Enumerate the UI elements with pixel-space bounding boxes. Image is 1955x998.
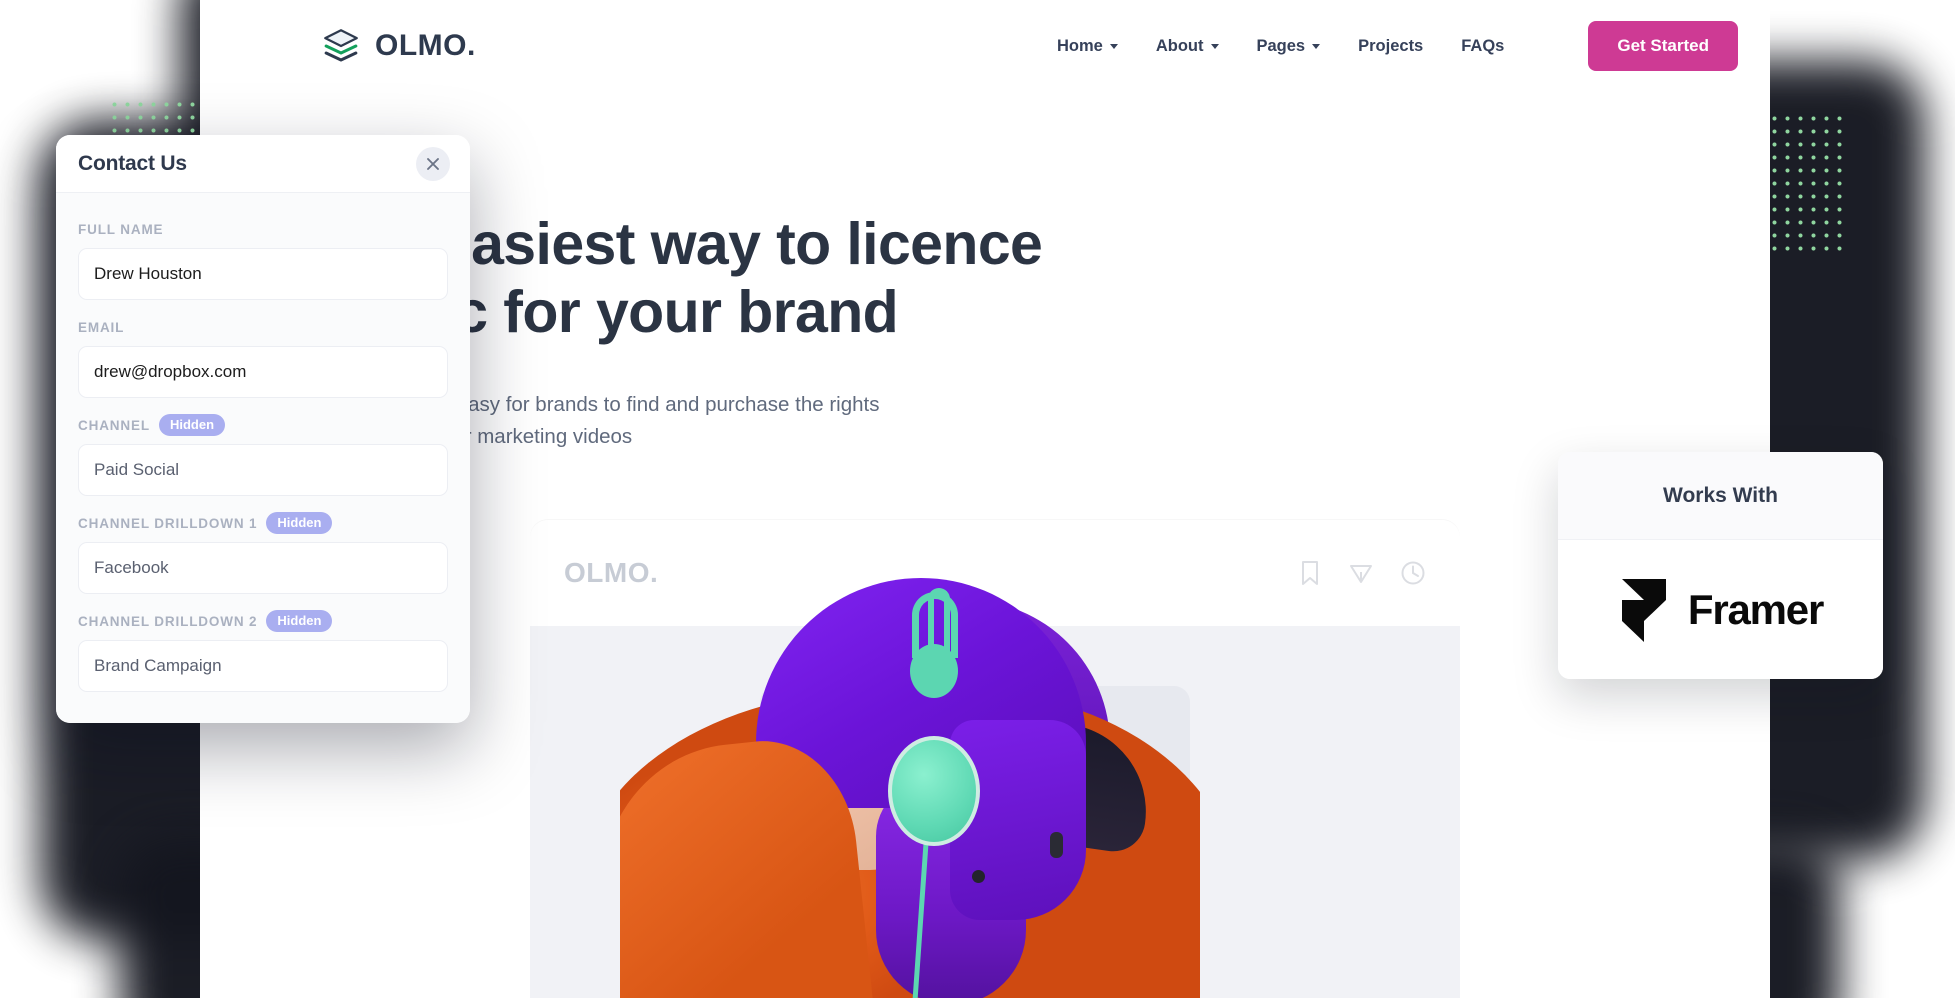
screenshot-root: OLMO. Home About Pages Projects FAQs Get… <box>0 0 1955 998</box>
modal-scroll-fade <box>56 693 470 723</box>
field-label-row: CHANNEL DRILLDOWN 1 Hidden <box>78 512 448 534</box>
close-button[interactable] <box>416 146 450 181</box>
field-label: CHANNEL DRILLDOWN 1 <box>78 515 258 531</box>
nav-item-projects[interactable]: Projects <box>1358 37 1423 56</box>
hero-title: The easiest way to licence music for you… <box>320 210 1320 347</box>
mockup-placeholder-card <box>760 686 1190 998</box>
full-name-field: FULL NAME <box>78 219 448 300</box>
mockup-placeholder-line <box>788 854 854 867</box>
nav-item-faqs[interactable]: FAQs <box>1461 37 1504 56</box>
mockup-toolbar: OLMO. <box>530 520 1460 626</box>
clock-icon[interactable] <box>1400 560 1426 586</box>
channel-field: CHANNEL Hidden <box>78 414 448 496</box>
field-label-row: CHANNEL Hidden <box>78 414 448 436</box>
close-icon <box>427 157 439 170</box>
mockup-placeholder-line <box>788 798 908 811</box>
contact-us-modal: Contact Us FULL NAME EMAIL <box>56 135 470 723</box>
field-label: FULL NAME <box>78 221 164 237</box>
brand-logo[interactable]: OLMO. <box>320 25 476 67</box>
field-label: EMAIL <box>78 319 125 335</box>
chevron-down-icon <box>1109 43 1118 49</box>
framer-logo-icon <box>1621 578 1666 642</box>
email-field: EMAIL <box>78 317 448 398</box>
modal-title: Contact Us <box>78 151 187 175</box>
hidden-badge: Hidden <box>266 610 333 632</box>
brand-name: OLMO. <box>375 29 476 62</box>
nav-item-projects-label: Projects <box>1358 36 1424 55</box>
layers-logo-icon <box>324 29 358 62</box>
bookmark-icon[interactable] <box>1298 560 1322 586</box>
nav-item-about[interactable]: About <box>1156 37 1219 56</box>
hero-title-line-2: music for your brand <box>320 279 899 346</box>
hidden-badge: Hidden <box>266 512 333 534</box>
email-input[interactable] <box>78 346 448 398</box>
nav-item-home[interactable]: Home <box>1057 37 1118 56</box>
send-icon[interactable] <box>1348 560 1374 586</box>
channel-drilldown-2-field: CHANNEL DRILLDOWN 2 Hidden <box>78 610 448 692</box>
channel-input[interactable] <box>78 444 448 496</box>
nav-item-pages[interactable]: Pages <box>1257 37 1321 56</box>
field-label: CHANNEL <box>78 417 150 433</box>
mockup-content <box>530 626 1460 998</box>
mockup-logo: OLMO. <box>564 557 659 588</box>
top-navigation: OLMO. Home About Pages Projects FAQs Get… <box>200 0 1770 92</box>
app-mockup: OLMO. <box>530 520 1460 998</box>
full-name-input[interactable] <box>78 248 448 300</box>
modal-header: Contact Us <box>56 135 470 193</box>
channel-drilldown-1-input[interactable] <box>78 542 448 594</box>
hidden-badge: Hidden <box>158 414 226 436</box>
mockup-toolbar-icons <box>1298 560 1426 586</box>
channel-drilldown-1-field: CHANNEL DRILLDOWN 1 Hidden <box>78 512 448 594</box>
works-with-title: Works With <box>1663 483 1778 507</box>
nav-links: Home About Pages Projects FAQs Get Start… <box>1057 21 1738 71</box>
chevron-down-icon <box>1312 43 1321 49</box>
field-label: CHANNEL DRILLDOWN 2 <box>78 613 258 629</box>
mockup-placeholder-line <box>788 826 874 839</box>
works-with-card: Works With Framer <box>1558 452 1883 679</box>
field-label-row: CHANNEL DRILLDOWN 2 Hidden <box>78 610 448 632</box>
nav-item-faqs-label: FAQs <box>1461 36 1505 55</box>
partner-name: Framer <box>1687 585 1824 633</box>
hero-title-line-1: The easiest way to licence <box>320 211 1043 277</box>
nav-item-pages-label: Pages <box>1256 36 1306 55</box>
works-with-header: Works With <box>1558 452 1883 540</box>
get-started-button[interactable]: Get Started <box>1588 21 1738 71</box>
channel-drilldown-2-input[interactable] <box>78 640 448 692</box>
works-with-body: Framer <box>1558 540 1883 679</box>
modal-form: FULL NAME EMAIL CHANNEL Hidden CHA <box>56 193 470 692</box>
hero-section: The easiest way to licence music for you… <box>320 210 1320 454</box>
nav-item-home-label: Home <box>1057 36 1103 55</box>
field-label-row: EMAIL <box>78 317 448 337</box>
nav-item-about-label: About <box>1155 36 1204 55</box>
chevron-down-icon <box>1210 43 1219 49</box>
field-label-row: FULL NAME <box>78 219 448 239</box>
